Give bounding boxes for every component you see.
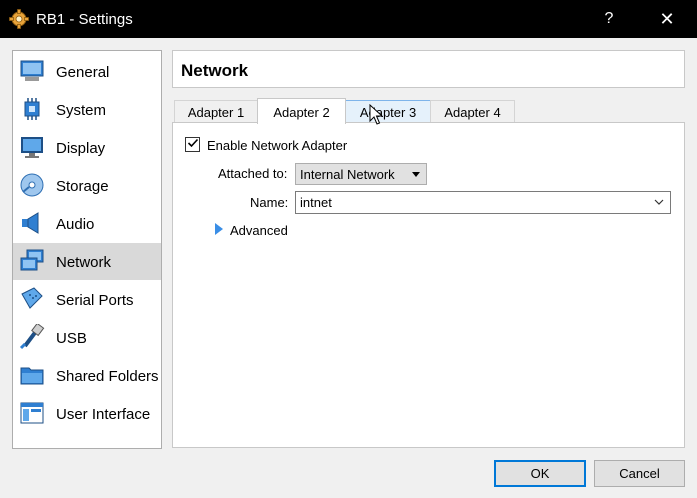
usb-icon	[19, 324, 45, 350]
page-header: Network	[172, 50, 685, 88]
sidebar-item-shared-folders[interactable]: Shared Folders	[13, 357, 161, 394]
tab-adapter-3[interactable]: Adapter 3	[345, 100, 431, 123]
general-icon	[20, 60, 44, 81]
network-name-combobox[interactable]: intnet	[295, 191, 671, 214]
system-icon	[24, 98, 40, 120]
gear-icon	[9, 9, 29, 29]
tab-label: Adapter 1	[187, 105, 245, 120]
sidebar-item-storage[interactable]: Storage	[13, 167, 161, 204]
chevron-down-icon	[654, 199, 664, 205]
tab-label: Adapter 4	[444, 105, 501, 120]
advanced-toggle[interactable]: Advanced	[230, 223, 288, 238]
network-name-value: intnet	[300, 195, 332, 210]
mouse-cursor-icon	[369, 104, 383, 125]
dropdown-arrow-icon	[412, 172, 420, 177]
sidebar-item-user-interface[interactable]: User Interface	[13, 395, 161, 432]
checkmark-icon	[187, 138, 199, 148]
network-icon	[20, 249, 44, 271]
attached-to-select[interactable]: Internal Network	[295, 163, 427, 185]
tab-label: Adapter 2	[273, 105, 330, 120]
cancel-button-label: Cancel	[619, 466, 660, 481]
user-interface-icon	[20, 402, 44, 424]
page-title: Network	[181, 61, 249, 80]
sidebar-item-label: User Interface	[56, 406, 151, 423]
cancel-button[interactable]: Cancel	[594, 460, 685, 487]
storage-icon	[20, 173, 44, 197]
ok-button-label: OK	[530, 466, 550, 481]
sidebar-item-system[interactable]: System	[13, 91, 161, 128]
sidebar-item-label: Display	[56, 140, 106, 157]
attached-to-label: Attached to:	[218, 166, 288, 181]
sidebar-item-usb[interactable]: USB	[13, 319, 161, 356]
sidebar-item-label: Serial Ports	[56, 292, 134, 309]
sidebar-item-network[interactable]: Network	[13, 243, 161, 280]
help-button[interactable]: ?	[586, 0, 632, 38]
enable-adapter-label[interactable]: Enable Network Adapter	[207, 138, 347, 153]
sidebar-item-label: USB	[56, 330, 87, 347]
enable-adapter-checkbox[interactable]	[185, 137, 200, 152]
sidebar-item-label: System	[56, 102, 107, 119]
name-label: Name:	[250, 195, 289, 210]
title-bar: RB1 - Settings ? ✕	[0, 0, 697, 38]
shared-folders-icon	[20, 367, 44, 385]
sidebar-item-serial-ports[interactable]: Serial Ports	[13, 281, 161, 318]
display-icon	[21, 137, 43, 158]
attached-to-value: Internal Network	[300, 167, 395, 182]
tab-label: Adapter 3	[359, 105, 417, 120]
sidebar-item-label: Storage	[56, 178, 109, 195]
sidebar-item-label: General	[56, 64, 110, 81]
tab-adapter-2[interactable]: Adapter 2	[257, 98, 346, 124]
sidebar-item-label: Shared Folders	[56, 368, 159, 385]
audio-icon	[22, 212, 39, 234]
tab-adapter-4[interactable]: Adapter 4	[430, 100, 515, 123]
sidebar-item-display[interactable]: Display	[13, 129, 161, 166]
window-title: RB1 - Settings	[36, 11, 133, 28]
sidebar-item-general[interactable]: General	[13, 53, 161, 90]
sidebar-item-label: Network	[56, 254, 112, 271]
settings-sidebar: General System Display Storage Audio Net…	[12, 50, 162, 449]
sidebar-item-label: Audio	[56, 216, 95, 233]
serial-ports-icon	[21, 287, 43, 309]
expand-triangle-icon[interactable]	[215, 223, 223, 235]
close-button[interactable]: ✕	[644, 0, 690, 38]
tab-adapter-1[interactable]: Adapter 1	[174, 100, 258, 123]
ok-button[interactable]: OK	[494, 460, 586, 487]
sidebar-item-audio[interactable]: Audio	[13, 205, 161, 242]
